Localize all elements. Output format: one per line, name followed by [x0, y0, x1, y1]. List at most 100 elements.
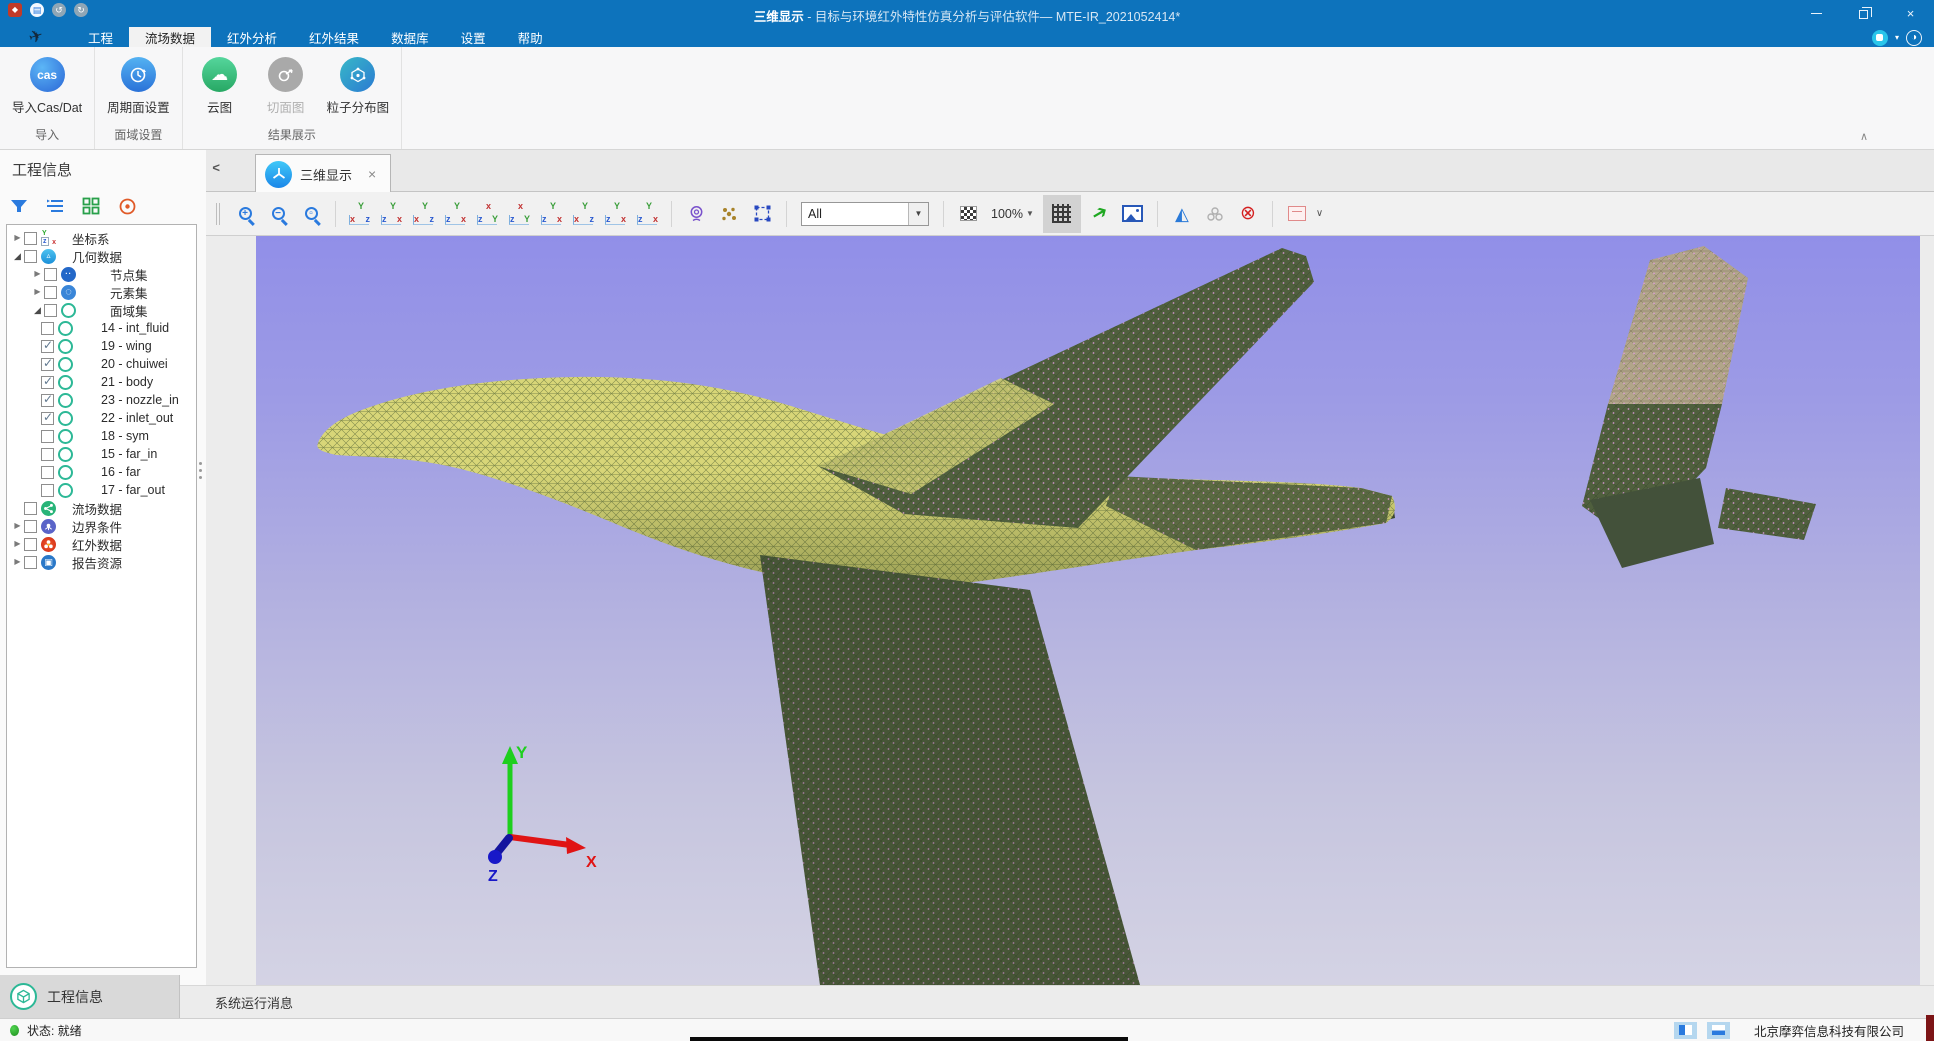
expander-icon[interactable] [11, 522, 24, 530]
snapshot-image-icon[interactable] [1119, 199, 1147, 229]
opacity-dropdown[interactable]: 100%▼ [987, 207, 1038, 221]
menu-tab-ir-analysis[interactable]: 红外分析 [211, 27, 293, 47]
tree-item-int-fluid[interactable]: 14 - int_fluid [7, 319, 196, 337]
layout-toggle-2-icon[interactable] [1707, 1022, 1730, 1039]
view-back-icon[interactable]: Yzx [378, 201, 405, 226]
tree-item-body[interactable]: 21 - body [7, 373, 196, 391]
more-chevron-icon[interactable]: ∨ [1316, 208, 1323, 219]
render-box-icon[interactable] [1283, 199, 1311, 229]
checkbox[interactable] [41, 358, 54, 371]
tree-item-surfaceset[interactable]: 面域集 [7, 301, 196, 319]
tree-item-wing[interactable]: 19 - wing [7, 337, 196, 355]
expander-icon[interactable] [11, 234, 24, 242]
tree-item-infrared[interactable]: 红外数据 [7, 535, 196, 553]
particle-distribution-button[interactable]: 粒子分布图 [321, 55, 396, 118]
tree-item-far[interactable]: 16 - far [7, 463, 196, 481]
checkbox[interactable] [44, 286, 57, 299]
expander-icon[interactable] [31, 288, 44, 296]
section-circles-icon[interactable] [1201, 199, 1229, 229]
menu-tab-help[interactable]: 帮助 [502, 27, 559, 47]
select-box-icon[interactable] [748, 199, 776, 229]
probe-camera-icon[interactable] [682, 199, 710, 229]
3d-viewport[interactable]: Y X Z [256, 236, 1920, 985]
checkbox[interactable] [41, 484, 54, 497]
checkbox[interactable] [24, 556, 37, 569]
new-document-icon[interactable]: ▤ [30, 3, 44, 17]
mesh-grid-icon[interactable] [1043, 195, 1081, 233]
splitter-handle[interactable] [199, 462, 202, 479]
delete-icon[interactable]: ⊗ [1234, 199, 1262, 229]
tree-item-elemset[interactable]: ◌元素集 [7, 283, 196, 301]
app-logo-icon[interactable]: ◆ [8, 3, 22, 17]
tree-item-boundary[interactable]: 边界条件 [7, 517, 196, 535]
tree-item-geometry[interactable]: ▵几何数据 [7, 247, 196, 265]
view-front-icon[interactable]: Yxz [346, 201, 373, 226]
checkbox[interactable] [24, 502, 37, 515]
import-cas-dat-button[interactable]: cas 导入Cas/Dat [6, 55, 88, 118]
period-face-settings-button[interactable]: 周期面设置 [101, 55, 176, 118]
tab-close-icon[interactable]: × [368, 166, 376, 182]
redo-icon[interactable]: ↻ [74, 3, 88, 17]
checkbox[interactable] [41, 466, 54, 479]
minimize-button[interactable] [1793, 0, 1840, 27]
filter-funnel-icon[interactable] [8, 195, 30, 217]
tree-item-inlet-out[interactable]: 22 - inlet_out [7, 409, 196, 427]
checkbox[interactable] [24, 250, 37, 263]
checkbox[interactable] [41, 376, 54, 389]
tab-3d-display[interactable]: 三维显示 × [255, 154, 391, 193]
checkbox[interactable] [44, 304, 57, 317]
expander-icon[interactable] [11, 252, 24, 261]
view-top-icon[interactable]: xzY [474, 201, 501, 226]
tree-item-nozzle-in[interactable]: 23 - nozzle_in [7, 391, 196, 409]
grid-view-icon[interactable] [80, 195, 102, 217]
panel-bottom-tab[interactable]: 工程信息 [0, 975, 180, 1018]
particle-points-icon[interactable] [715, 199, 743, 229]
menu-tab-database[interactable]: 数据库 [375, 27, 445, 47]
display-filter-combo[interactable]: All ▼ [801, 202, 929, 226]
undo-icon[interactable]: ↺ [52, 3, 66, 17]
ribbon-collapse-chevron[interactable]: ∧ [1860, 130, 1868, 143]
view-iso1-icon[interactable]: Yzx [538, 201, 565, 226]
view-iso4-icon[interactable]: Yzx [634, 201, 661, 226]
maximize-button[interactable] [1840, 0, 1887, 27]
tree-item-sym[interactable]: 18 - sym [7, 427, 196, 445]
expander-icon[interactable] [11, 558, 24, 566]
view-bottom-icon[interactable]: xzY [506, 201, 533, 226]
zoom-fit-icon[interactable]: ▫ [297, 199, 325, 229]
checkbox[interactable] [24, 520, 37, 533]
outline-list-icon[interactable] [44, 195, 66, 217]
tree-item-far-in[interactable]: 15 - far_in [7, 445, 196, 463]
export-arrow-icon[interactable]: ➔ [1086, 199, 1114, 229]
checkbox[interactable] [41, 340, 54, 353]
tree-item-chuiwei[interactable]: 20 - chuiwei [7, 355, 196, 373]
checkbox[interactable] [41, 394, 54, 407]
view-iso2-icon[interactable]: Yxz [570, 201, 597, 226]
view-left-icon[interactable]: Yxz [410, 201, 437, 226]
toolbar-drag-handle[interactable] [216, 203, 220, 225]
close-button[interactable]: × [1887, 0, 1934, 27]
theme-toggle-icon[interactable]: ◑ [1906, 30, 1922, 46]
menu-tab-flowfield[interactable]: 流场数据 [129, 27, 211, 47]
style-dropdown-icon[interactable]: ▾ [1895, 33, 1899, 42]
transparency-checker-icon[interactable] [954, 199, 982, 229]
tree-item-far-out[interactable]: 17 - far_out [7, 481, 196, 499]
checkbox[interactable] [41, 412, 54, 425]
zoom-out-icon[interactable]: − [264, 199, 292, 229]
tree-item-flowfield[interactable]: 流场数据 [7, 499, 196, 517]
tree-item-coordsys[interactable]: Yzx坐标系 [7, 229, 196, 247]
checkbox[interactable] [24, 232, 37, 245]
contour-cloud-button[interactable]: ☁ 云图 [189, 55, 251, 118]
target-locate-icon[interactable] [116, 195, 138, 217]
expander-icon[interactable] [11, 540, 24, 548]
layout-toggle-1-icon[interactable] [1674, 1022, 1697, 1039]
checkbox[interactable] [44, 268, 57, 281]
view-right-icon[interactable]: Yzx [442, 201, 469, 226]
expander-icon[interactable] [31, 306, 44, 315]
menu-tab-settings[interactable]: 设置 [445, 27, 502, 47]
checkbox[interactable] [41, 430, 54, 443]
view-iso3-icon[interactable]: Yzx [602, 201, 629, 226]
tree-item-nodeset[interactable]: ∙∙节点集 [7, 265, 196, 283]
checkbox[interactable] [41, 448, 54, 461]
zoom-in-icon[interactable]: + [231, 199, 259, 229]
style-toggle-icon[interactable] [1872, 30, 1888, 46]
